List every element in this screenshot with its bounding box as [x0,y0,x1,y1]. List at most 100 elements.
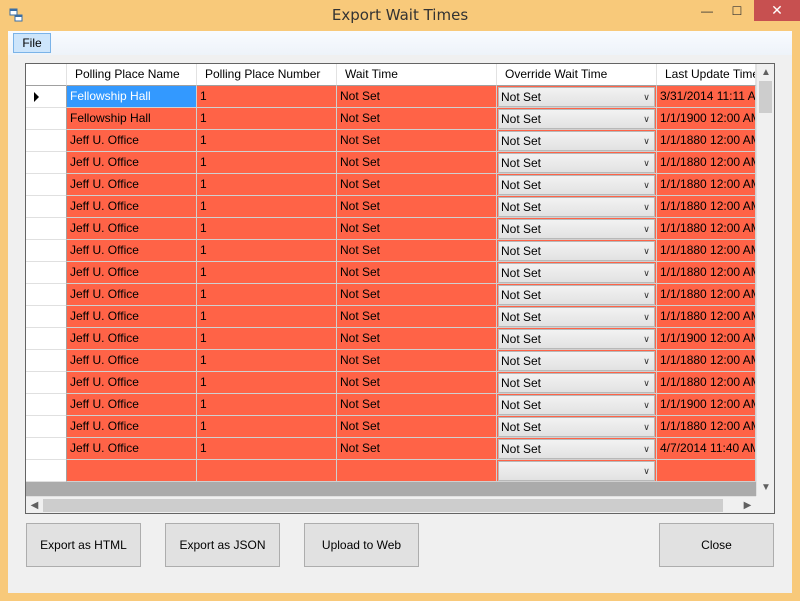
cell-wait-time[interactable]: Not Set [337,284,497,306]
row-header[interactable] [26,262,67,284]
chevron-down-icon[interactable]: ∨ [639,374,654,392]
table-row[interactable]: Jeff U. Office 1 Not Set Not Set ∨ 4/7/2014 1… [26,438,756,460]
vertical-scroll-thumb[interactable] [759,81,772,113]
scroll-down-icon[interactable]: ▼ [757,479,774,496]
row-header[interactable] [26,328,67,350]
close-window-button[interactable]: ✕ [754,0,800,21]
column-header-last-update[interactable]: Last Update Time [657,64,756,86]
cell-polling-place-number[interactable]: 1 [197,130,337,152]
cell-polling-place-name[interactable]: Fellowship Hall [67,86,197,108]
table-row[interactable]: Jeff U. Office 1 Not Set Not Set ∨ 1/1/1880 1… [26,240,756,262]
cell-last-update-time[interactable]: 4/7/2014 11:40 AM [657,438,756,460]
chevron-down-icon[interactable]: ∨ [639,198,654,216]
chevron-down-icon[interactable]: ∨ [639,176,654,194]
cell-wait-time[interactable]: Not Set [337,350,497,372]
cell-polling-place-name[interactable]: Jeff U. Office [67,130,197,152]
chevron-down-icon[interactable]: ∨ [639,264,654,282]
cell-override-wait-time[interactable]: Not Set ∨ [497,130,657,152]
title-bar[interactable]: Export Wait Times — ☐ ✕ [0,0,800,32]
override-wait-time-dropdown[interactable]: Not Set ∨ [498,373,655,393]
column-header-override[interactable]: Override Wait Time [497,64,657,86]
cell-wait-time[interactable]: Not Set [337,130,497,152]
cell-polling-place-number[interactable] [197,460,337,482]
chevron-down-icon[interactable]: ∨ [639,440,654,458]
cell-wait-time[interactable]: Not Set [337,262,497,284]
cell-last-update-time[interactable]: 3/31/2014 11:11 AM [657,86,756,108]
cell-last-update-time[interactable]: 1/1/1880 12:00 AM [657,350,756,372]
cell-wait-time[interactable]: Not Set [337,218,497,240]
cell-last-update-time[interactable]: 1/1/1880 12:00 AM [657,240,756,262]
cell-wait-time[interactable]: Not Set [337,86,497,108]
cell-polling-place-number[interactable]: 1 [197,218,337,240]
override-wait-time-dropdown[interactable]: Not Set ∨ [498,197,655,217]
cell-override-wait-time[interactable]: Not Set ∨ [497,328,657,350]
override-wait-time-dropdown[interactable]: Not Set ∨ [498,87,655,107]
row-header[interactable] [26,86,67,108]
minimize-button[interactable]: — [692,0,722,22]
cell-wait-time[interactable]: Not Set [337,108,497,130]
table-row[interactable]: Jeff U. Office 1 Not Set Not Set ∨ 1/1/1880 1… [26,174,756,196]
cell-polling-place-number[interactable]: 1 [197,372,337,394]
cell-override-wait-time[interactable]: Not Set ∨ [497,438,657,460]
cell-last-update-time[interactable]: 1/1/1880 12:00 AM [657,218,756,240]
row-header[interactable] [26,152,67,174]
cell-override-wait-time[interactable]: Not Set ∨ [497,306,657,328]
cell-wait-time[interactable]: Not Set [337,306,497,328]
cell-last-update-time[interactable]: 1/1/1900 12:00 AM [657,108,756,130]
row-header[interactable] [26,306,67,328]
table-row[interactable]: Jeff U. Office 1 Not Set Not Set ∨ 1/1/1880 1… [26,262,756,284]
override-wait-time-dropdown[interactable]: Not Set ∨ [498,175,655,195]
cell-wait-time[interactable]: Not Set [337,372,497,394]
menu-file[interactable]: File [13,33,51,53]
table-row[interactable]: Jeff U. Office 1 Not Set Not Set ∨ 1/1/1880 1… [26,196,756,218]
override-wait-time-dropdown[interactable]: Not Set ∨ [498,263,655,283]
chevron-down-icon[interactable]: ∨ [639,418,654,436]
cell-polling-place-name[interactable]: Jeff U. Office [67,372,197,394]
row-header[interactable] [26,240,67,262]
cell-polling-place-name[interactable]: Jeff U. Office [67,306,197,328]
cell-override-wait-time[interactable]: Not Set ∨ [497,196,657,218]
table-row[interactable]: Fellowship Hall 1 Not Set Not Set ∨ 3/31/201… [26,86,756,108]
cell-override-wait-time[interactable]: Not Set ∨ [497,350,657,372]
scroll-up-icon[interactable]: ▲ [757,64,774,81]
chevron-down-icon[interactable]: ∨ [639,286,654,304]
cell-wait-time[interactable]: Not Set [337,152,497,174]
header-corner[interactable] [26,64,67,86]
cell-polling-place-number[interactable]: 1 [197,350,337,372]
export-json-button[interactable]: Export as JSON [165,523,280,567]
close-button[interactable]: Close [659,523,774,567]
override-wait-time-dropdown[interactable]: Not Set ∨ [498,395,655,415]
row-header[interactable] [26,416,67,438]
table-row[interactable]: Jeff U. Office 1 Not Set Not Set ∨ 1/1/1880 1… [26,350,756,372]
cell-polling-place-name[interactable]: Jeff U. Office [67,262,197,284]
row-header[interactable] [26,460,67,482]
row-header[interactable] [26,438,67,460]
cell-override-wait-time[interactable]: Not Set ∨ [497,284,657,306]
cell-last-update-time[interactable]: 1/1/1880 12:00 AM [657,152,756,174]
row-header[interactable] [26,174,67,196]
cell-polling-place-name[interactable]: Jeff U. Office [67,218,197,240]
column-header-number[interactable]: Polling Place Number [197,64,337,86]
cell-polling-place-number[interactable]: 1 [197,152,337,174]
row-header[interactable] [26,350,67,372]
chevron-down-icon[interactable]: ∨ [639,220,654,238]
chevron-down-icon[interactable]: ∨ [639,352,654,370]
override-wait-time-dropdown[interactable]: Not Set ∨ [498,351,655,371]
cell-polling-place-name[interactable]: Jeff U. Office [67,350,197,372]
cell-polling-place-name[interactable]: Jeff U. Office [67,416,197,438]
row-header[interactable] [26,394,67,416]
chevron-down-icon[interactable]: ∨ [639,132,654,150]
chevron-down-icon[interactable]: ∨ [639,330,654,348]
table-row[interactable]: Jeff U. Office 1 Not Set Not Set ∨ 1/1/1900 1… [26,328,756,350]
override-wait-time-dropdown[interactable]: Not Set ∨ [498,131,655,151]
override-wait-time-dropdown[interactable]: Not Set ∨ [498,417,655,437]
cell-polling-place-number[interactable]: 1 [197,394,337,416]
cell-polling-place-number[interactable]: 1 [197,438,337,460]
table-row[interactable]: Jeff U. Office 1 Not Set Not Set ∨ 1/1/1900 1… [26,394,756,416]
cell-polling-place-number[interactable]: 1 [197,86,337,108]
cell-override-wait-time[interactable]: Not Set ∨ [497,240,657,262]
override-wait-time-dropdown[interactable]: Not Set ∨ [498,153,655,173]
cell-last-update-time[interactable]: 1/1/1900 12:00 AM [657,328,756,350]
chevron-down-icon[interactable]: ∨ [639,462,654,480]
cell-polling-place-number[interactable]: 1 [197,306,337,328]
